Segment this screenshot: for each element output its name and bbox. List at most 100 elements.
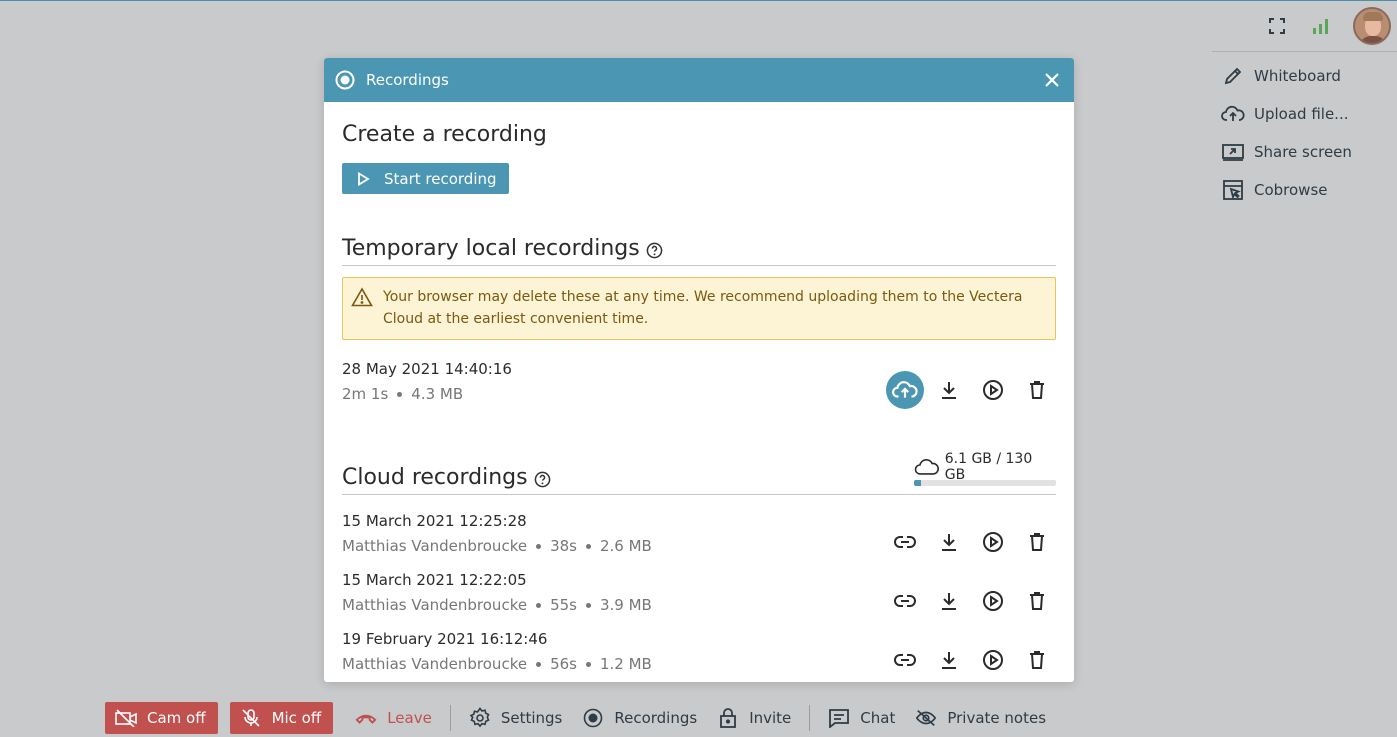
toolbar-divider <box>449 704 451 731</box>
copy-link-button[interactable] <box>886 582 924 620</box>
download-button[interactable] <box>930 523 968 561</box>
delete-button[interactable] <box>1018 582 1056 620</box>
download-icon <box>942 381 956 399</box>
play-circle-icon <box>983 649 1003 670</box>
play-circle-icon <box>983 590 1003 611</box>
download-button[interactable] <box>930 371 968 409</box>
recording-author: Matthias Vandenbroucke <box>342 537 528 555</box>
cobrowse-label: Cobrowse <box>1254 181 1328 199</box>
cloud-icon <box>914 459 939 475</box>
gear-icon <box>469 706 491 729</box>
hang-up-icon <box>355 707 377 729</box>
upload-file-label: Upload file... <box>1254 105 1349 123</box>
private-notes-label: Private notes <box>947 708 1047 727</box>
dialog-title: Recordings <box>366 71 449 89</box>
chat-button[interactable]: Chat <box>818 702 905 734</box>
whiteboard-label: Whiteboard <box>1254 67 1341 85</box>
download-icon <box>942 592 956 610</box>
recordings-label: Recordings <box>614 708 698 727</box>
leave-button[interactable]: Leave <box>345 702 442 734</box>
connection-quality-icon[interactable] <box>1309 14 1333 38</box>
camera-toggle-label: Cam off <box>147 708 206 727</box>
fullscreen-icon[interactable] <box>1265 14 1289 38</box>
start-recording-button[interactable]: Start recording <box>342 163 509 194</box>
avatar[interactable] <box>1353 7 1391 45</box>
cobrowse-button[interactable]: Cobrowse <box>1212 171 1397 209</box>
camera-toggle-button[interactable]: Cam off <box>105 701 218 734</box>
whiteboard-button[interactable]: Whiteboard <box>1212 57 1397 95</box>
upload-to-cloud-button[interactable] <box>886 370 924 409</box>
cloud-recording-row: 15 March 2021 12:22:05 Matthias Vandenbr… <box>342 571 1056 630</box>
record-icon <box>335 70 355 90</box>
chat-icon <box>828 707 850 729</box>
play-circle-icon <box>983 531 1003 552</box>
recording-size: 3.9 MB <box>599 596 652 614</box>
download-icon <box>942 651 956 669</box>
play-button[interactable] <box>974 641 1012 679</box>
cloud-recordings-title: Cloud recordings <box>342 465 528 490</box>
eye-off-icon <box>915 707 937 729</box>
delete-button[interactable] <box>1018 371 1056 409</box>
create-recording-heading: Create a recording <box>342 122 547 147</box>
copy-link-button[interactable] <box>886 641 924 679</box>
invite-button[interactable]: Invite <box>707 702 801 734</box>
cloud-upload-icon <box>892 380 918 398</box>
warning-text: Your browser may delete these at any tim… <box>383 289 1023 327</box>
recordings-button[interactable]: Recordings <box>572 702 707 734</box>
play-circle-icon <box>983 379 1003 400</box>
private-notes-button[interactable]: Private notes <box>905 702 1056 734</box>
share-screen-button[interactable]: Share screen <box>1212 133 1397 171</box>
download-icon <box>942 533 956 551</box>
link-icon <box>894 653 916 666</box>
recording-size: 1.2 MB <box>599 655 652 673</box>
mic-toggle-label: Mic off <box>271 708 322 727</box>
download-button[interactable] <box>930 641 968 679</box>
cloud-storage-usage: 6.1 GB / 130 GB <box>914 451 1056 486</box>
trash-icon <box>1030 591 1044 610</box>
warning-icon <box>351 287 373 307</box>
warning-banner: Your browser may delete these at any tim… <box>342 277 1056 340</box>
mic-toggle-button[interactable]: Mic off <box>229 701 334 734</box>
chat-label: Chat <box>860 708 896 727</box>
record-icon <box>582 707 604 729</box>
cloud-upload-icon <box>1221 102 1245 126</box>
help-icon[interactable] <box>646 242 663 259</box>
invite-label: Invite <box>749 708 792 727</box>
settings-button[interactable]: Settings <box>459 702 573 734</box>
delete-button[interactable] <box>1018 641 1056 679</box>
pencil-icon <box>1221 64 1245 88</box>
play-icon <box>358 171 370 186</box>
leave-label: Leave <box>387 708 432 727</box>
link-icon <box>894 594 916 607</box>
camera-off-icon <box>115 707 137 729</box>
play-button[interactable] <box>974 371 1012 409</box>
cloud-recordings-list: 15 March 2021 12:25:28 Matthias Vandenbr… <box>342 512 1056 682</box>
toolbar-divider <box>809 704 811 731</box>
delete-button[interactable] <box>1018 523 1056 561</box>
cloud-recordings-heading: Cloud recordings 6.1 GB / 130 GB <box>342 451 1056 495</box>
play-button[interactable] <box>974 582 1012 620</box>
trash-icon <box>1030 532 1044 551</box>
close-button[interactable] <box>1042 70 1062 90</box>
settings-label: Settings <box>500 708 563 727</box>
cobrowse-icon <box>1221 178 1245 202</box>
recording-duration: 56s <box>550 655 577 673</box>
temporary-recordings-title: Temporary local recordings <box>342 236 640 261</box>
copy-link-button[interactable] <box>886 523 924 561</box>
side-tools-menu: Whiteboard Upload file... Share screen C… <box>1212 51 1397 209</box>
recording-duration: 2m 1s <box>342 385 389 403</box>
upload-file-button[interactable]: Upload file... <box>1212 95 1397 133</box>
start-recording-label: Start recording <box>384 169 497 188</box>
recordings-dialog: Recordings Create a recording Start reco… <box>324 58 1074 682</box>
mic-off-icon <box>240 707 262 729</box>
play-button[interactable] <box>974 523 1012 561</box>
recording-author: Matthias Vandenbroucke <box>342 655 528 673</box>
help-icon[interactable] <box>534 471 551 488</box>
local-recording-row: 28 May 2021 14:40:16 2m 1s 4.3 MB <box>342 360 1056 419</box>
recording-size: 2.6 MB <box>599 537 652 555</box>
cloud-usage-fill <box>914 480 921 486</box>
share-screen-icon <box>1221 140 1245 164</box>
recording-author: Matthias Vandenbroucke <box>342 596 528 614</box>
download-button[interactable] <box>930 582 968 620</box>
recording-size: 4.3 MB <box>411 385 464 403</box>
